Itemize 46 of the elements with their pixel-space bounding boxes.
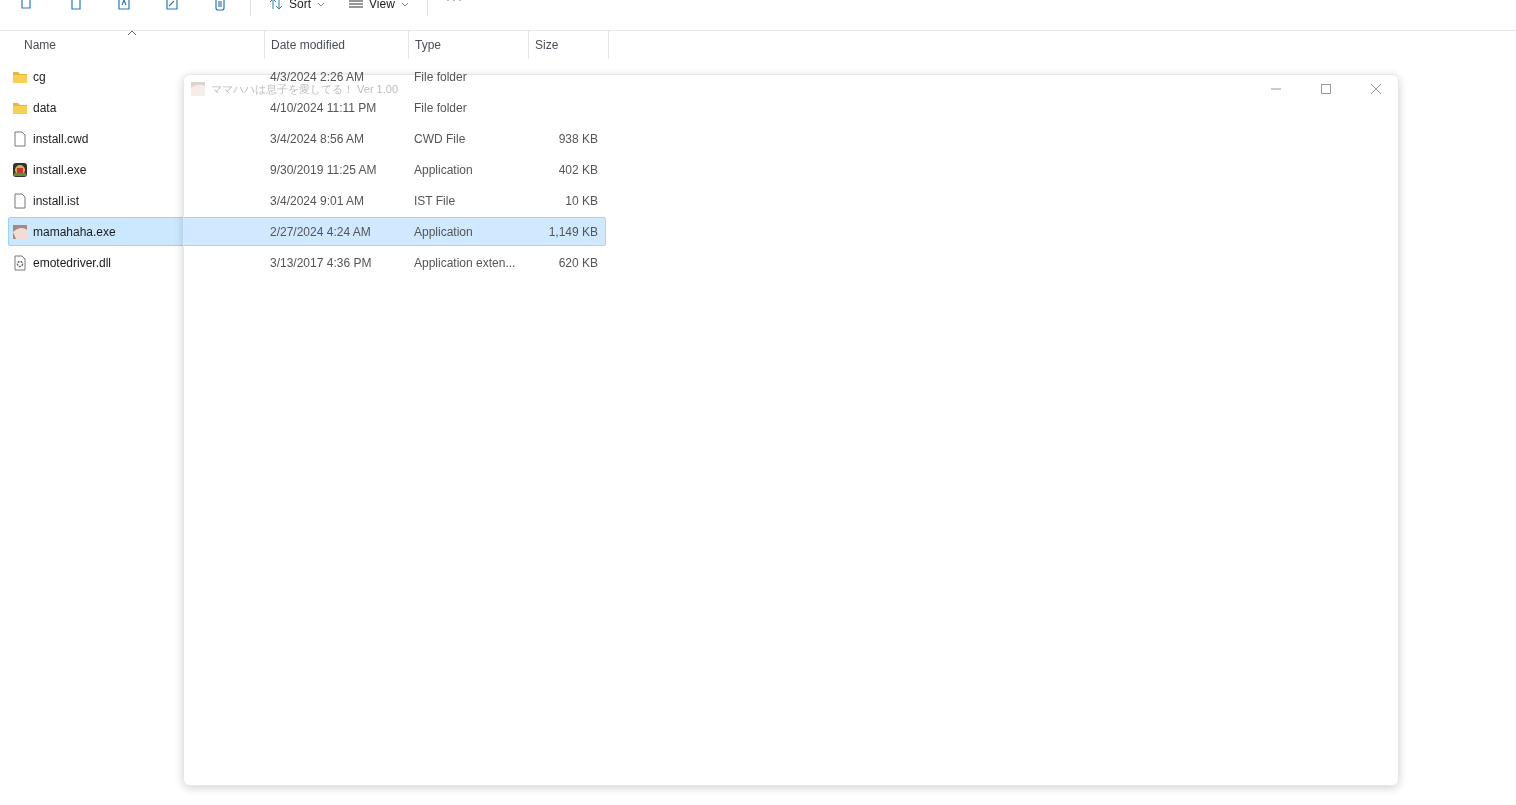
avatar-icon	[12, 223, 28, 240]
file-name: data	[33, 100, 57, 115]
type-cell-text: File folder	[413, 69, 468, 84]
file-icon	[12, 192, 28, 209]
maximize-icon	[1321, 84, 1331, 94]
column-header[interactable]: Name	[0, 31, 265, 59]
size-cell-text: 402 KB	[557, 162, 598, 177]
lines-icon	[349, 0, 363, 9]
date-cell-text: 3/4/2024 8:56 AM	[269, 131, 366, 146]
chevron-icon	[317, 1, 325, 7]
sort-caret-icon	[127, 30, 137, 36]
size-cell-text: 10 KB	[564, 193, 598, 208]
date-cell-text: 3/4/2024 9:01 AM	[269, 193, 366, 208]
date-cell-text: 3/13/2017 4:36 PM	[269, 255, 373, 270]
file-icon	[12, 130, 28, 147]
app-icon	[191, 82, 205, 96]
close-icon	[1371, 84, 1381, 94]
size-cell-text: 620 KB	[557, 255, 598, 270]
file-name: cg	[33, 69, 46, 84]
column-header[interactable]: Type	[409, 31, 529, 59]
type-cell-text: File folder	[413, 100, 468, 115]
column-header[interactable]: Date modified	[265, 31, 409, 59]
date-cell-text: 4/10/2024 11:11 PM	[269, 100, 378, 115]
date-cell-text: 4/3/2024 2:26 AM	[269, 69, 366, 84]
column-header[interactable]: Size	[529, 31, 609, 59]
sort-arrows-icon	[269, 0, 283, 9]
type-cell-text: Application	[413, 162, 474, 177]
file-name: install.ist	[33, 193, 79, 208]
file-name: install.exe	[33, 162, 87, 177]
toolbar-button[interactable]: Sort	[257, 0, 337, 11]
toolbar-button[interactable]: View	[337, 0, 421, 11]
date-cell-text: 9/30/2019 11:25 AM	[269, 162, 378, 177]
selected-file-row[interactable]: mamahaha.exe 2/27/2024 4:24 AM Application 1,149 KB	[8, 217, 606, 246]
type-cell-text: CWD File	[413, 131, 467, 146]
file-name: emotedriver.dll	[33, 255, 112, 270]
type-cell-text: Application exten...	[413, 255, 517, 270]
chevron-icon	[400, 1, 409, 7]
type-cell-text: Application	[413, 224, 474, 239]
size-cell-text: 938 KB	[557, 131, 598, 146]
type-cell-text: IST File	[413, 193, 457, 208]
file-name: mamahaha.exe	[33, 224, 116, 239]
emblem-icon	[12, 161, 28, 178]
file-name: install.cwd	[33, 131, 89, 146]
date-cell-text: 2/27/2024 4:24 AM	[269, 224, 372, 239]
gear-file-icon	[12, 254, 28, 271]
size-cell-text: 1,149 KB	[547, 224, 598, 239]
